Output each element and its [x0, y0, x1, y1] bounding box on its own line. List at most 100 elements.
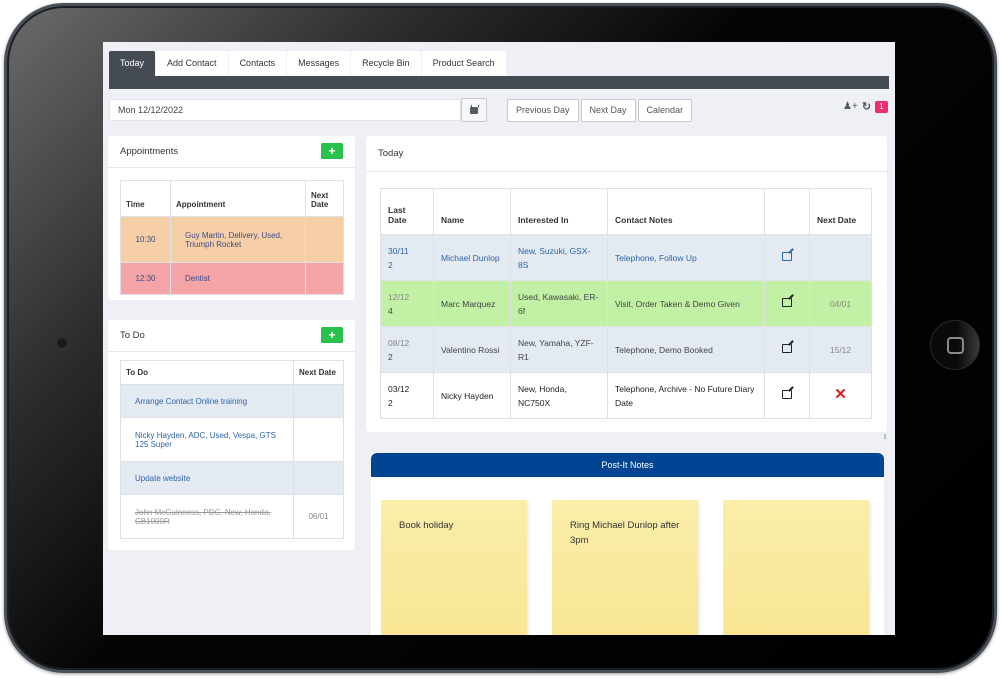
- column-header: Appointment: [170, 180, 306, 217]
- contact-name[interactable]: Nicky Hayden: [433, 372, 511, 419]
- last-date-cell: 30/11 2: [380, 234, 434, 281]
- contact-name[interactable]: Michael Dunlop: [433, 234, 511, 281]
- contact-name[interactable]: Valentino Rossi: [433, 326, 511, 373]
- contact-name[interactable]: Marc Marquez: [433, 280, 511, 327]
- column-header: Time: [120, 180, 171, 217]
- edit-cell[interactable]: [764, 234, 810, 281]
- today-table: Last Date Name Interested In Contact Not…: [380, 188, 872, 419]
- appointments-title: Appointments: [120, 146, 179, 157]
- last-date: 08/12: [388, 337, 410, 348]
- last-date: 03/12: [388, 383, 410, 394]
- todo-text[interactable]: Arrange Contact Online training: [120, 384, 294, 418]
- postit-panel: Post-It Notes Book holiday Ring Michael …: [371, 453, 884, 635]
- todo-row[interactable]: John McGuinness, PDC, New, Honda, CB1000…: [120, 494, 344, 539]
- next-day-button[interactable]: Next Day: [580, 99, 636, 122]
- last-date-cell: 03/12 2: [380, 372, 434, 419]
- column-header: To Do: [120, 360, 294, 385]
- edit-icon[interactable]: [782, 251, 792, 261]
- refresh-icon[interactable]: ↻: [862, 100, 871, 113]
- appointment-row[interactable]: 10:30 Guy Martin, Delivery, Used, Triump…: [120, 216, 344, 263]
- postit-note[interactable]: [723, 500, 869, 635]
- todo-row[interactable]: Update website: [120, 461, 344, 495]
- todo-card: To Do + To Do Next Date Arrange Contact …: [108, 320, 355, 550]
- appointment-next-date: [305, 216, 344, 263]
- tab-today[interactable]: Today: [109, 51, 156, 76]
- todo-header: To Do +: [108, 320, 355, 352]
- todo-next-date: [293, 384, 344, 418]
- today-title: Today: [378, 148, 404, 159]
- contact-row[interactable]: 30/11 2 Michael Dunlop New, Suzuki, GSX-8…: [380, 234, 872, 281]
- contact-notes: Telephone, Follow Up: [607, 234, 765, 281]
- today-header: Today: [366, 136, 887, 172]
- tab-contacts[interactable]: Contacts: [228, 51, 287, 76]
- last-date-cell: 12/12 4: [380, 280, 434, 327]
- appointment-text[interactable]: Dentist: [170, 262, 306, 295]
- column-header: Contact Notes: [607, 188, 765, 235]
- column-header: Next Date: [809, 188, 872, 235]
- camera-icon: [56, 337, 68, 349]
- add-appointment-button[interactable]: +: [321, 143, 343, 159]
- appointment-row[interactable]: 12:30 Dentist: [120, 262, 344, 295]
- edit-cell[interactable]: [764, 326, 810, 373]
- column-header: Next Date: [305, 180, 344, 217]
- edit-icon[interactable]: [782, 389, 792, 399]
- postit-note[interactable]: Ring Michael Dunlop after 3pm: [552, 500, 698, 635]
- tab-add-contact[interactable]: Add Contact: [156, 51, 228, 76]
- user-plus-icon[interactable]: ♟+: [843, 101, 858, 112]
- previous-day-button[interactable]: Previous Day: [507, 99, 579, 122]
- contact-notes: Visit, Order Taken & Demo Given: [607, 280, 765, 327]
- edit-icon[interactable]: [782, 343, 792, 353]
- appointments-card: Appointments + Time Appointment Next Dat…: [108, 136, 355, 300]
- contact-row[interactable]: 08/12 2 Valentino Rossi New, Yamaha, YZF-…: [380, 326, 872, 373]
- edit-cell[interactable]: [764, 280, 810, 327]
- tab-bar: Today Add Contact Contacts Messages Recy…: [109, 51, 889, 89]
- next-date: 15/12: [809, 326, 872, 373]
- calendar-button[interactable]: Calendar: [637, 99, 693, 122]
- column-header: Next Date: [293, 360, 344, 385]
- tab-messages[interactable]: Messages: [287, 51, 351, 76]
- home-button[interactable]: [930, 320, 980, 370]
- contact-count: 4: [388, 305, 393, 316]
- appointment-text[interactable]: Guy Martin, Delivery, Used, Triumph Rock…: [170, 216, 306, 263]
- todo-text[interactable]: Update website: [120, 461, 294, 495]
- home-square-icon: [947, 337, 964, 354]
- close-icon[interactable]: ✕: [834, 386, 847, 403]
- todo-row[interactable]: Arrange Contact Online training: [120, 384, 344, 418]
- tab-strip: [109, 76, 889, 89]
- calendar-picker-button[interactable]: [461, 98, 487, 122]
- app-screen: Today Add Contact Contacts Messages Recy…: [103, 42, 895, 635]
- contact-notes: Telephone, Demo Booked: [607, 326, 765, 373]
- appointment-time: 12:30: [120, 262, 171, 295]
- todo-table: To Do Next Date Arrange Contact Online t…: [120, 360, 344, 539]
- column-header: Name: [433, 188, 511, 235]
- todo-next-date: [293, 417, 344, 462]
- todo-next-date: 06/01: [293, 494, 344, 539]
- postit-note[interactable]: Book holiday: [381, 500, 527, 635]
- interested-in: New, Honda, NC750X: [510, 372, 608, 419]
- column-header: [764, 188, 810, 235]
- edit-icon[interactable]: [782, 297, 792, 307]
- postit-header: Post-It Notes: [371, 453, 884, 477]
- contact-count: 2: [388, 397, 393, 408]
- tab-product-search[interactable]: Product Search: [421, 51, 506, 76]
- appointment-time: 10:30: [120, 216, 171, 263]
- add-todo-button[interactable]: +: [321, 327, 343, 343]
- scrollbar[interactable]: [884, 434, 886, 439]
- last-date: 30/11: [388, 245, 409, 256]
- notification-badge[interactable]: 1: [875, 100, 889, 113]
- column-header: Interested In: [510, 188, 608, 235]
- date-input[interactable]: Mon 12/12/2022: [109, 99, 461, 121]
- edit-cell[interactable]: [764, 372, 810, 419]
- contact-count: 2: [388, 351, 393, 362]
- contact-count: 2: [388, 259, 393, 270]
- today-card: Today Last Date Name Interested In Conta…: [366, 136, 887, 432]
- tab-recycle-bin[interactable]: Recycle Bin: [351, 51, 421, 76]
- todo-text[interactable]: Nicky Hayden, ADC, Used, Vespa, GTS 125 …: [120, 417, 294, 462]
- appointments-header: Appointments +: [108, 136, 355, 168]
- contact-row[interactable]: 03/12 2 Nicky Hayden New, Honda, NC750X T…: [380, 372, 872, 419]
- todo-text[interactable]: John McGuinness, PDC, New, Honda, CB1000…: [120, 494, 294, 539]
- next-date: [809, 234, 872, 281]
- todo-row[interactable]: Nicky Hayden, ADC, Used, Vespa, GTS 125 …: [120, 417, 344, 462]
- contact-row[interactable]: 12/12 4 Marc Marquez Used, Kawasaki, ER-6…: [380, 280, 872, 327]
- next-date-cell[interactable]: ✕: [809, 372, 872, 419]
